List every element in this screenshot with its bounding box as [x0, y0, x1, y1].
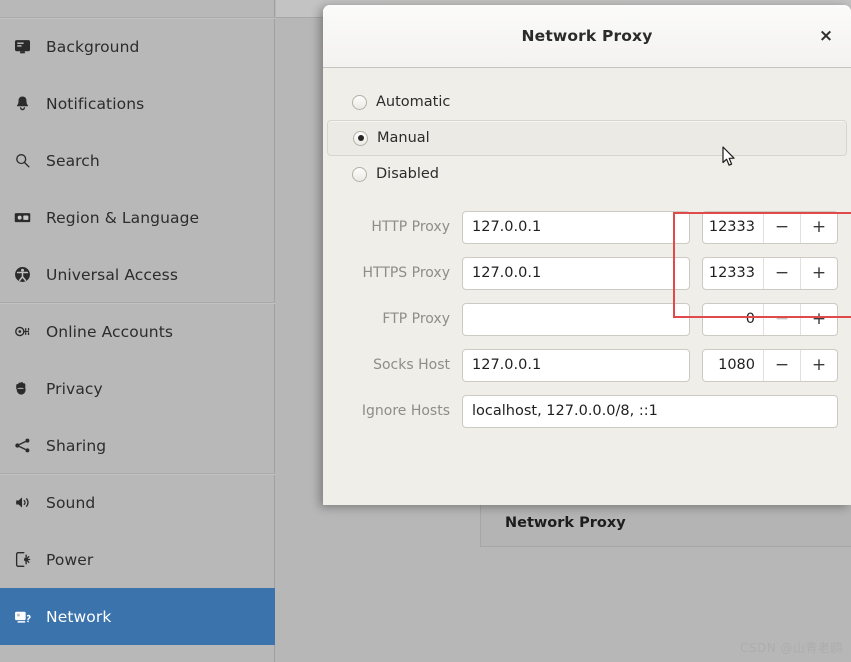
input-ftp-proxy-port[interactable]: 0: [703, 304, 763, 335]
minus-icon[interactable]: −: [763, 257, 800, 289]
sidebar-item-label: Background: [46, 37, 140, 56]
spinner-https-proxy-port[interactable]: 12333− +: [702, 256, 838, 290]
input-ignore-hosts-host[interactable]: localhost, 127.0.0.0/8, ::1: [462, 394, 838, 428]
spinner-http-proxy-port[interactable]: 12333− +: [702, 210, 838, 244]
network-proxy-dialog: Network Proxy × Automatic Manual Disabled …: [323, 5, 851, 505]
accessibility-icon: [8, 263, 36, 287]
radio-option-label: Manual: [377, 130, 430, 146]
sidebar-item-network[interactable]: Network: [0, 588, 275, 645]
privacy-hand-icon: [15, 382, 26, 395]
sidebar-item-label: Online Accounts: [46, 322, 174, 341]
dialog-body: Automatic Manual Disabled HTTP Proxy 127.0.…: [323, 68, 851, 434]
settings-sidebar: Background Notifications Search Region & …: [0, 0, 275, 662]
sidebar-item-online-accounts[interactable]: Online Accounts: [0, 303, 275, 360]
flag-icon: [8, 206, 36, 230]
sidebar-item-label: Sound: [46, 493, 96, 512]
speaker-icon: [8, 491, 36, 515]
sidebar-item-background[interactable]: Background: [0, 18, 275, 75]
minus-icon[interactable]: −: [763, 349, 800, 381]
field-row-ignore-hosts: Ignore Hosts localhost, 127.0.0.0/8, ::1: [323, 388, 851, 434]
radio-option-label: Disabled: [376, 166, 439, 182]
field-row-socks-host: Socks Host 127.0.0.1 1080− +: [323, 342, 851, 388]
accessibility-icon: [14, 267, 30, 282]
minus-icon[interactable]: −: [763, 303, 800, 335]
network-proxy-row-label: Network Proxy: [505, 515, 626, 531]
magnifier-icon: [8, 149, 36, 173]
sidebar-item-label: Notifications: [46, 94, 145, 113]
radio-option-manual[interactable]: Manual: [327, 120, 847, 156]
plus-icon[interactable]: +: [800, 257, 837, 289]
sidebar-item-notifications[interactable]: Notifications: [0, 75, 275, 132]
monitor-icon: [8, 35, 36, 59]
radio-option-automatic[interactable]: Automatic: [323, 84, 851, 120]
watermark-text: CSDN @山青老鸥: [739, 641, 843, 655]
close-icon[interactable]: ×: [809, 19, 843, 53]
sidebar-item-label: Power: [46, 550, 94, 569]
dialog-title: Network Proxy: [521, 27, 653, 45]
network-proxy-row[interactable]: Network Proxy: [480, 499, 851, 547]
input-socks-host-host[interactable]: 127.0.0.1: [462, 348, 690, 382]
sidebar-item-sharing[interactable]: Sharing: [0, 417, 275, 474]
bell-icon: [8, 92, 36, 116]
sidebar-item-power[interactable]: Power: [0, 531, 275, 588]
bell-icon: [16, 96, 28, 111]
speaker-icon: [15, 497, 29, 508]
monitor-icon: [14, 40, 30, 54]
radio-button-icon[interactable]: [352, 166, 367, 182]
privacy-hand-icon: [8, 377, 36, 401]
sidebar-item-privacy[interactable]: Privacy: [0, 360, 275, 417]
network-icon: [14, 611, 31, 623]
input-https-proxy-host[interactable]: 127.0.0.1: [462, 256, 690, 290]
field-label-socks-host: Socks Host: [373, 357, 450, 373]
flag-icon: [14, 213, 30, 223]
network-icon: [8, 605, 36, 629]
input-socks-host-port[interactable]: 1080: [703, 350, 763, 381]
spinner-ftp-proxy-port[interactable]: 0− +: [702, 302, 838, 336]
power-plug-icon: [8, 548, 36, 572]
sidebar-item-search[interactable]: Search: [0, 132, 275, 189]
field-label-http-proxy: HTTP Proxy: [371, 219, 450, 235]
radio-button-icon[interactable]: [353, 130, 368, 146]
plus-icon[interactable]: +: [800, 303, 837, 335]
input-ftp-proxy-host[interactable]: [462, 302, 690, 336]
magnifier-icon: [15, 153, 30, 168]
plus-icon[interactable]: +: [800, 211, 837, 243]
spinner-socks-host-port[interactable]: 1080− +: [702, 348, 838, 382]
minus-icon[interactable]: −: [763, 211, 800, 243]
input-http-proxy-host[interactable]: 127.0.0.1: [462, 210, 690, 244]
field-row-https-proxy: HTTPS Proxy 127.0.0.1 12333− +: [323, 250, 851, 296]
sidebar-item-universal-access[interactable]: Universal Access: [0, 246, 275, 303]
plus-icon[interactable]: +: [800, 349, 837, 381]
sidebar-item-label: Network: [46, 607, 112, 626]
online-accounts-icon: [8, 320, 36, 344]
sidebar-item-sound[interactable]: Sound: [0, 474, 275, 531]
dialog-titlebar: Network Proxy ×: [323, 5, 851, 68]
field-label-ftp-proxy: FTP Proxy: [382, 311, 450, 327]
proxy-method-radio-group: Automatic Manual Disabled: [323, 84, 851, 192]
sidebar-item-label: Region & Language: [46, 208, 200, 227]
share-nodes-icon: [14, 438, 29, 453]
field-row-ftp-proxy: FTP Proxy 0− +: [323, 296, 851, 342]
field-row-http-proxy: HTTP Proxy 127.0.0.1 12333− +: [323, 204, 851, 250]
sidebar-item-label: Universal Access: [46, 265, 179, 284]
radio-option-disabled[interactable]: Disabled: [323, 156, 851, 192]
sidebar-item-label: Privacy: [46, 379, 103, 398]
online-accounts-icon: [14, 326, 29, 337]
sidebar-item-label: Sharing: [46, 436, 107, 455]
power-plug-icon: [15, 552, 30, 567]
field-label-https-proxy: HTTPS Proxy: [362, 265, 450, 281]
radio-option-label: Automatic: [376, 94, 451, 110]
field-label-ignore-hosts: Ignore Hosts: [361, 403, 450, 419]
radio-button-icon[interactable]: [352, 94, 367, 110]
proxy-fields-list: HTTP Proxy 127.0.0.1 12333− + HTTPS Proxy 127…: [323, 204, 851, 434]
input-http-proxy-port[interactable]: 12333: [703, 212, 763, 243]
input-https-proxy-port[interactable]: 12333: [703, 258, 763, 289]
share-nodes-icon: [8, 434, 36, 458]
sidebar-item-region-language[interactable]: Region & Language: [0, 189, 275, 246]
sidebar-item-label: Search: [46, 151, 100, 170]
